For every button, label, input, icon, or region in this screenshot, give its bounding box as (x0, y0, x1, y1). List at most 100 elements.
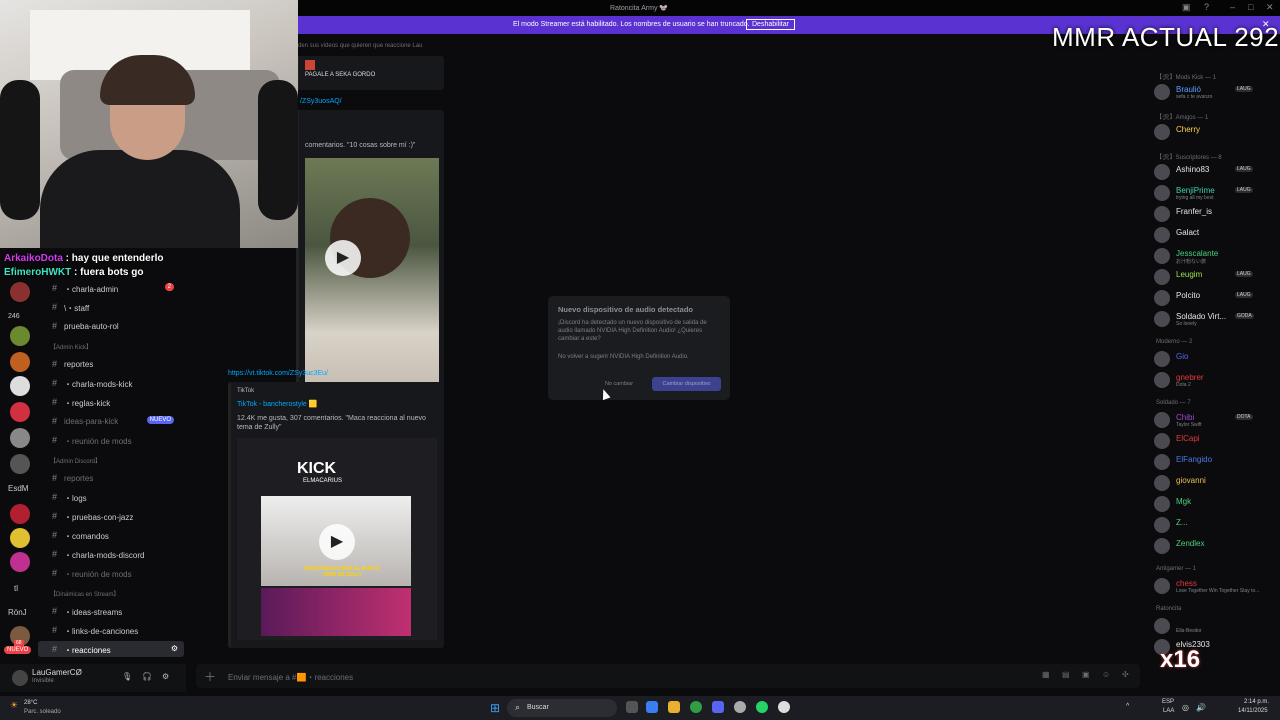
channel-category[interactable]: 【Dinámicas en Stream】 (50, 589, 119, 598)
channel-category[interactable]: 【Admin Discord】 (50, 456, 101, 465)
member-item[interactable]: Braulió LAUG sefa c te avanzo (1154, 83, 1278, 101)
server-icon[interactable] (10, 454, 30, 474)
dont-suggest-checkbox[interactable]: No volver a sugerir NVIDIA High Definiti… (558, 354, 689, 360)
server-icon[interactable] (10, 402, 30, 422)
member-item[interactable]: BenjiPrime LAUG trying all my best (1154, 184, 1278, 202)
file-explorer-icon[interactable] (668, 701, 680, 713)
help-icon[interactable]: ? (1204, 2, 1209, 12)
apps-icon[interactable]: ✣ (1122, 670, 1129, 679)
headphones-icon[interactable]: 🎧 (142, 672, 152, 681)
taskbar-search[interactable]: ⌕ Buscar (507, 699, 617, 717)
gift-icon[interactable]: ▦ (1042, 670, 1050, 679)
channel-item[interactable]: # ・ideas-streams (38, 603, 184, 619)
app-icon[interactable] (778, 701, 790, 713)
server-icon[interactable] (10, 428, 30, 448)
member-item[interactable]: Zendlex (1154, 537, 1278, 555)
member-item[interactable]: Franfer_is (1154, 205, 1278, 223)
channel-item[interactable]: # ideas-para-kick NUEVO (38, 413, 184, 429)
channel-item[interactable]: # reportes (38, 470, 184, 486)
member-item[interactable]: ElCapi (1154, 432, 1278, 450)
member-item[interactable]: chess Lose Together Win Together Stay to.… (1154, 577, 1278, 595)
confirm-button[interactable]: Cambiar dispositivo (652, 377, 721, 391)
volume-icon[interactable]: 🔊 (1196, 703, 1206, 712)
channel-item[interactable]: # ・reacciones ⚙ (38, 641, 184, 657)
member-item[interactable]: Mgk (1154, 495, 1278, 513)
tray-chevron-icon[interactable]: ^ (1126, 703, 1129, 710)
member-item[interactable]: Chibi DOTA Taylor Swift (1154, 411, 1278, 429)
network-icon[interactable]: ◎ (1182, 703, 1189, 712)
server-icon[interactable] (10, 282, 30, 302)
weather-icon[interactable]: ☀ (10, 700, 18, 711)
channel-item[interactable]: # \・staff (38, 299, 184, 315)
minimize-icon[interactable]: – (1230, 2, 1235, 12)
message-link[interactable]: /ZSy3uosAQ/ (300, 98, 342, 105)
member-item[interactable]: Galact (1154, 226, 1278, 244)
server-icon[interactable] (10, 326, 30, 346)
server-icon[interactable] (10, 504, 30, 524)
avatar[interactable] (12, 670, 28, 686)
member-item[interactable]: Soldado Virt... GODA So lonely (1154, 310, 1278, 328)
member-item[interactable]: Z... (1154, 516, 1278, 534)
member-item[interactable]: gnebrer Dota 2 (1154, 371, 1278, 389)
disable-streamer-button[interactable]: Deshabilitar (746, 19, 795, 30)
embed-title[interactable]: TikTok - bancherostyle 🟨 (237, 400, 317, 408)
whatsapp-icon[interactable] (756, 701, 768, 713)
video-thumbnail[interactable]: KICK ELMACARIUS ▶ MAQUI REACCIONA AL NUE… (237, 438, 437, 640)
channel-item[interactable]: # ・links-de-canciones (38, 622, 184, 638)
server-icon[interactable] (10, 352, 30, 372)
member-item[interactable]: Ella-Besitor (1154, 617, 1278, 635)
channel-item[interactable]: # ・comandos (38, 527, 184, 543)
channel-item[interactable]: # ・reunión de mods (38, 565, 184, 581)
channel-item[interactable]: # ・reglas-kick (38, 394, 184, 410)
windows-start-icon[interactable]: ⊞ (490, 701, 500, 715)
settings-gear-icon[interactable]: ⚙ (162, 672, 169, 681)
app-icon[interactable] (646, 701, 658, 713)
server-icon[interactable] (10, 528, 30, 548)
avatar (1154, 496, 1170, 512)
member-item[interactable]: Cherry (1154, 123, 1278, 141)
server-label[interactable]: RönJ (8, 608, 27, 617)
gif-icon[interactable]: ▤ (1062, 670, 1070, 679)
message-composer[interactable]: ＋ Enviar mensaje a #🟧・reacciones ▦ ▤ ▣ ☺… (196, 664, 1140, 688)
emoji-icon[interactable]: ☺ (1102, 670, 1110, 679)
member-item[interactable]: Jesscalante お汁粉ない旅 (1154, 247, 1278, 265)
play-icon[interactable]: ▶ (325, 240, 361, 276)
channel-item[interactable]: # ・charla-mods-discord (38, 546, 184, 562)
member-item[interactable]: Gio (1154, 350, 1278, 368)
member-item[interactable]: Polcito LAUG (1154, 289, 1278, 307)
member-item[interactable]: giovanni (1154, 474, 1278, 492)
microphone-icon[interactable]: 🎙 (122, 672, 132, 681)
app-icon[interactable] (734, 701, 746, 713)
inbox-icon[interactable]: ▣ (1182, 2, 1191, 13)
channel-settings-icon[interactable]: ⚙ (171, 644, 178, 653)
language-indicator-sub[interactable]: LAA (1163, 708, 1174, 714)
channel-item[interactable]: # prueba-auto-rol (38, 318, 184, 334)
server-icon[interactable] (10, 552, 30, 572)
channel-item[interactable]: # ・pruebas-con-jazz (38, 508, 184, 524)
member-item[interactable]: Leugim LAUG (1154, 268, 1278, 286)
server-label[interactable]: EsdM (8, 484, 28, 493)
member-name: Soldado Virt... (1176, 312, 1227, 321)
add-attachment-icon[interactable]: ＋ (204, 668, 216, 685)
server-icon[interactable] (10, 376, 30, 396)
play-icon[interactable]: ▶ (319, 524, 355, 560)
server-list: 246 EsdM tl RönJ 68 NUEVO (0, 282, 38, 702)
channel-item[interactable]: # reportes (38, 356, 184, 372)
member-item[interactable]: ElFangido (1154, 453, 1278, 471)
server-label[interactable]: tl (14, 584, 18, 593)
channel-item[interactable]: # ・charla-mods-kick (38, 375, 184, 391)
chrome-icon[interactable] (690, 701, 702, 713)
discord-icon[interactable] (712, 701, 724, 713)
channel-item[interactable]: # ・charla-admin 2 (38, 280, 184, 296)
channel-item[interactable]: # ・reunión de mods (38, 432, 184, 448)
sticker-icon[interactable]: ▣ (1082, 670, 1090, 679)
close-icon[interactable]: ✕ (1266, 2, 1274, 13)
maximize-icon[interactable]: □ (1248, 2, 1253, 12)
member-item[interactable]: Ashino83 LAUG (1154, 163, 1278, 181)
channel-item[interactable]: # ・logs (38, 489, 184, 505)
message-link[interactable]: https://vt.tiktok.com/ZSy3uc3Eu/ (228, 370, 328, 377)
channel-category[interactable]: 【Admin Kick】 (50, 342, 92, 351)
task-view-icon[interactable] (626, 701, 638, 713)
message-input[interactable]: Enviar mensaje a #🟧・reacciones (228, 672, 353, 683)
language-indicator[interactable]: ESP (1162, 699, 1174, 705)
